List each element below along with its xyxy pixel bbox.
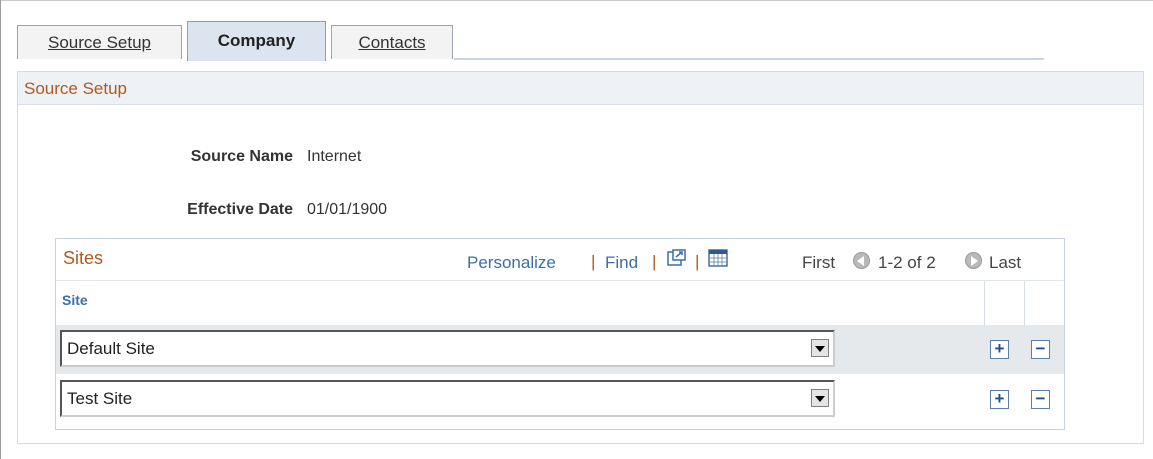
column-header-site[interactable]: Site	[62, 292, 88, 308]
range-label: 1-2 of 2	[878, 253, 936, 272]
frame-top-border	[0, 0, 1153, 1]
grid-header: Sites Personalize | Find | | First 1-2 o…	[56, 239, 1064, 280]
site-dropdown[interactable]: Default Site	[60, 330, 835, 367]
column-divider	[1024, 281, 1025, 326]
table-row: Test Site + −	[56, 375, 1064, 424]
section-title: Source Setup	[24, 79, 128, 98]
separator: |	[652, 252, 657, 271]
column-divider	[984, 281, 985, 326]
table-row: Default Site + −	[56, 325, 1064, 374]
last-label: Last	[989, 253, 1022, 272]
source-name-value: Internet	[307, 148, 362, 165]
tab-contacts[interactable]: Contacts	[331, 25, 453, 59]
sites-grid: Sites Personalize | Find | | First 1-2 o…	[55, 238, 1065, 430]
tab-source-setup[interactable]: Source Setup	[17, 25, 182, 59]
grid-column-header-row: Site	[56, 280, 1064, 326]
tab-company-label: Company	[217, 31, 296, 50]
site-dropdown-value: Test Site	[67, 389, 133, 408]
dropdown-arrow-icon[interactable]	[811, 389, 829, 407]
tab-company[interactable]: Company	[187, 21, 326, 61]
separator: |	[695, 252, 700, 271]
dropdown-arrow-icon[interactable]	[811, 339, 829, 357]
site-dropdown-value: Default Site	[67, 339, 155, 358]
separator: |	[591, 252, 596, 271]
tab-bar: Source Setup Company Contacts	[17, 21, 1044, 61]
add-row-button[interactable]: +	[990, 390, 1009, 409]
personalize-link[interactable]: Personalize	[467, 253, 556, 273]
effective-date-value: 01/01/1900	[307, 201, 388, 218]
previous-arrow-icon	[853, 252, 870, 269]
effective-date-label: Effective Date	[187, 201, 293, 218]
frame-left-border	[0, 0, 1, 459]
tab-source-setup-label: Source Setup	[47, 33, 151, 52]
add-row-button[interactable]: +	[990, 340, 1009, 359]
tab-underline	[454, 58, 1044, 60]
tab-contacts-label: Contacts	[358, 33, 426, 52]
next-arrow-icon	[965, 252, 982, 269]
download-excel-icon[interactable]	[708, 249, 728, 267]
site-dropdown[interactable]: Test Site	[60, 380, 835, 417]
delete-row-button[interactable]: −	[1031, 340, 1050, 359]
grid-title: Sites	[63, 248, 104, 268]
first-label: First	[802, 253, 836, 272]
section-header: Source Setup	[18, 72, 1143, 105]
source-name-label: Source Name	[190, 148, 293, 165]
view-all-icon[interactable]	[667, 249, 687, 267]
delete-row-button[interactable]: −	[1031, 390, 1050, 409]
find-link[interactable]: Find	[605, 253, 638, 273]
